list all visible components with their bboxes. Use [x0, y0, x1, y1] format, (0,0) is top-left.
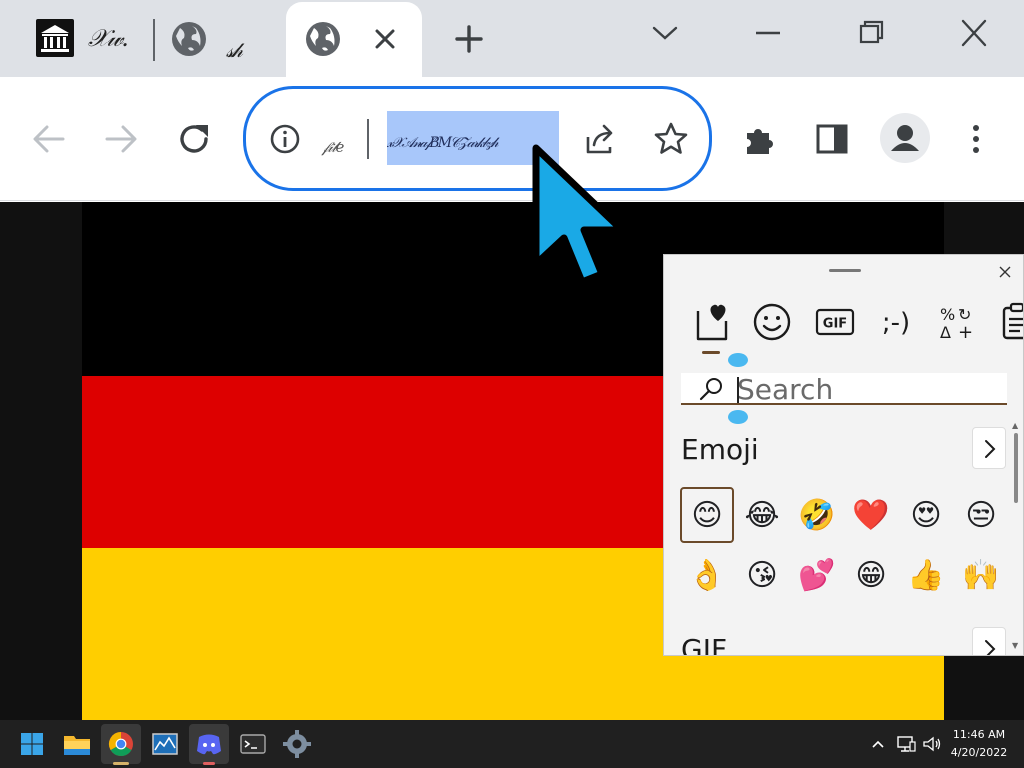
emoji-panel: GIF ;-) %↻Δ+ Emoji 😊 😂 🤣 ❤️ 😍 😒 👌 😘 💕 😁 …	[663, 254, 1024, 656]
terminal-icon[interactable]	[233, 724, 273, 764]
extensions-puzzle-icon[interactable]	[739, 117, 783, 161]
tab-3-active[interactable]	[286, 2, 422, 77]
gif-expand-button[interactable]	[972, 627, 1006, 655]
selection-handle-top[interactable]	[728, 353, 748, 367]
favorites-icon[interactable]	[690, 299, 736, 345]
kaomoji-label: ;-)	[882, 308, 910, 338]
emoji-cell[interactable]: 👍	[899, 547, 953, 603]
file-explorer-icon[interactable]	[57, 724, 97, 764]
restore-icon[interactable]	[851, 16, 891, 50]
scroll-up-arrow-icon[interactable]: ▲	[1012, 421, 1018, 430]
tab-close-icon[interactable]	[370, 22, 400, 56]
svg-text:Δ: Δ	[940, 323, 951, 342]
emoji-cell[interactable]: 😂	[735, 487, 789, 543]
volume-icon[interactable]	[920, 732, 944, 756]
clock-time: 11:46 AM	[952, 728, 1006, 741]
emoji-cell[interactable]: ❤️	[844, 487, 898, 543]
text-caret	[737, 377, 739, 403]
panel-close-icon[interactable]	[996, 263, 1014, 281]
scroll-thumb[interactable]	[1014, 433, 1018, 503]
network-icon[interactable]	[894, 732, 918, 756]
resource-monitor-icon[interactable]	[145, 724, 185, 764]
menu-kebab-icon[interactable]	[954, 117, 998, 161]
chrome-icon[interactable]	[101, 724, 141, 764]
scroll-down-arrow-icon[interactable]: ▼	[1012, 641, 1018, 650]
mouse-cursor-icon	[522, 140, 634, 288]
reload-button[interactable]	[172, 117, 216, 161]
category-selected-indicator	[702, 351, 720, 354]
close-icon[interactable]	[954, 16, 994, 50]
discord-icon[interactable]	[189, 724, 229, 764]
tab-strip: 𝒳𝓌. 𝓈𝒽	[0, 0, 1024, 77]
kaomoji-icon[interactable]: ;-)	[873, 299, 919, 345]
globe-icon	[306, 22, 340, 56]
running-indicator	[113, 762, 129, 765]
emoji-cell[interactable]: 😊	[680, 487, 734, 543]
bookmark-star-icon[interactable]	[651, 119, 691, 159]
emoji-cell[interactable]: 😒	[954, 487, 1008, 543]
emoji-cell[interactable]: 🙌	[954, 547, 1008, 603]
emoji-cell[interactable]: 👌	[680, 547, 734, 603]
museum-icon	[36, 19, 74, 57]
search-icon	[697, 375, 725, 403]
start-icon[interactable]	[12, 724, 52, 764]
url-text: 𝓍𝒳𝒜𝓃𝒶𝒻𝐵𝑀𝒞𝒵𝒶𝓇𝓀𝒷𝓏𝒽	[387, 135, 499, 151]
running-indicator	[203, 762, 215, 765]
emoji-cell[interactable]: 😍	[899, 487, 953, 543]
tab-search-icon[interactable]	[645, 16, 685, 50]
system-clock[interactable]: 11:46 AM 4/20/2022	[944, 726, 1014, 762]
tab-1[interactable]: 𝒳𝓌.	[22, 0, 152, 77]
tab-2-title: 𝓈𝒽	[226, 38, 243, 62]
emoji-cell[interactable]: 😁	[844, 547, 898, 603]
url-scheme: 𝒻𝒾𝓁𝑒	[322, 138, 344, 156]
selection-handle-bottom[interactable]	[728, 410, 748, 424]
globe-icon	[172, 22, 206, 56]
gif-icon[interactable]: GIF	[812, 299, 858, 345]
tab-separator	[153, 19, 155, 61]
gif-section-title: GIF	[681, 633, 728, 656]
svg-text:%: %	[940, 305, 955, 324]
address-bar[interactable]: 𝒻𝒾𝓁𝑒 𝓍𝒳𝒜𝓃𝒶𝒻𝐵𝑀𝒞𝒵𝒶𝓇𝓀𝒷𝓏𝒽	[243, 86, 712, 191]
emoji-section-title: Emoji	[681, 433, 759, 466]
emoji-cell[interactable]: 🤣	[790, 487, 844, 543]
emoji-expand-button[interactable]	[972, 427, 1006, 469]
settings-icon[interactable]	[277, 724, 317, 764]
drag-handle[interactable]	[829, 269, 861, 272]
chevron-up-icon[interactable]	[866, 732, 890, 756]
panel-scrollbar[interactable]: ▲ ▼	[1012, 421, 1019, 655]
back-button[interactable]	[27, 117, 71, 161]
info-icon[interactable]	[268, 122, 302, 156]
tab-1-title: 𝒳𝓌.	[88, 24, 129, 52]
tab-2[interactable]: 𝓈𝒽	[158, 0, 280, 77]
emoji-search-box[interactable]	[681, 373, 1007, 405]
forward-button[interactable]	[99, 117, 143, 161]
omnibox-separator	[367, 119, 369, 159]
minimize-icon[interactable]	[748, 16, 788, 50]
gif-label: GIF	[823, 317, 847, 332]
emoji-cell[interactable]: 💕	[790, 547, 844, 603]
profile-avatar-icon[interactable]	[880, 113, 930, 163]
emoji-cell[interactable]: 😘	[735, 547, 789, 603]
taskbar: 11:46 AM 4/20/2022	[0, 720, 1024, 768]
clipboard-icon[interactable]	[994, 299, 1023, 345]
new-tab-button[interactable]	[452, 22, 486, 56]
svg-text:+: +	[958, 322, 973, 343]
symbols-icon[interactable]: % ↻ Δ +	[934, 299, 980, 345]
emoji-search-input[interactable]	[737, 374, 987, 404]
side-panel-icon[interactable]	[810, 117, 854, 161]
emoji-icon[interactable]	[749, 299, 795, 345]
clock-date: 4/20/2022	[950, 746, 1008, 759]
browser-toolbar: 𝒻𝒾𝓁𝑒 𝓍𝒳𝒜𝓃𝒶𝒻𝐵𝑀𝒞𝒵𝒶𝓇𝓀𝒷𝓏𝒽	[0, 77, 1024, 201]
